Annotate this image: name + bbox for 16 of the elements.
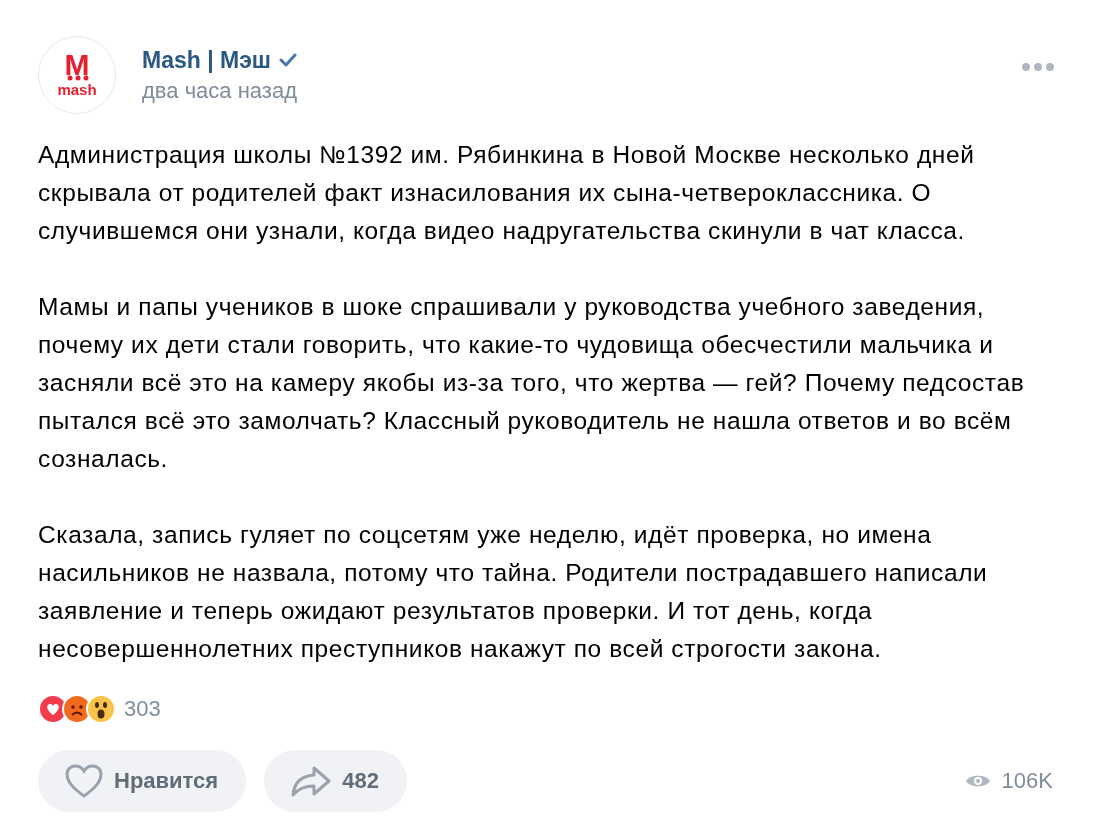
author-name[interactable]: Mash | Мэш [142, 46, 272, 74]
share-button[interactable]: 482 [264, 750, 407, 812]
post-time[interactable]: два часа назад [142, 77, 995, 104]
like-button[interactable]: Нравится [38, 750, 247, 812]
view-count: 106K [1001, 768, 1053, 794]
post-paragraph: Мамы и папы учеников в шоке спрашивали у руководства учебного заведения, почему их дети стали говорить, что какие-то чудовища обесчестили мальчика и засняли всё это на камеру якобы из-за того, что жертва — гей? Почему педсостав пытался всё это замолчать? Классный руководитель не нашла ответов и во всём созналась. [38, 292, 1026, 474]
heart-icon [64, 763, 104, 799]
surprised-face-icon [86, 694, 116, 724]
more-options-icon[interactable] [1021, 62, 1055, 72]
reaction-count[interactable]: 303 [124, 696, 161, 722]
post-paragraph: Администрация школы №1392 им. Рябинкина в Новой Москве несколько дней скрывала от родителей факт изнасилования их сына-четвероклассника. О случившемся они узнали, когда видео надругательства скинули в чат класса. [38, 140, 976, 246]
post-paragraph: Сказала, запись гуляет по соцсетям уже неделю, идёт проверка, но имена насильников не назвала, потому что тайна. Родители пострадавшего написали заявление и теперь ожидают результатов проверки. И тот день, когда несовершеннолетних преступников накажут по всей строгости закона. [38, 520, 989, 664]
logo-letter: M [64, 52, 90, 78]
logo-dots-icon [67, 75, 89, 81]
share-arrow-icon [290, 764, 333, 798]
logo-word: mash [57, 82, 97, 98]
